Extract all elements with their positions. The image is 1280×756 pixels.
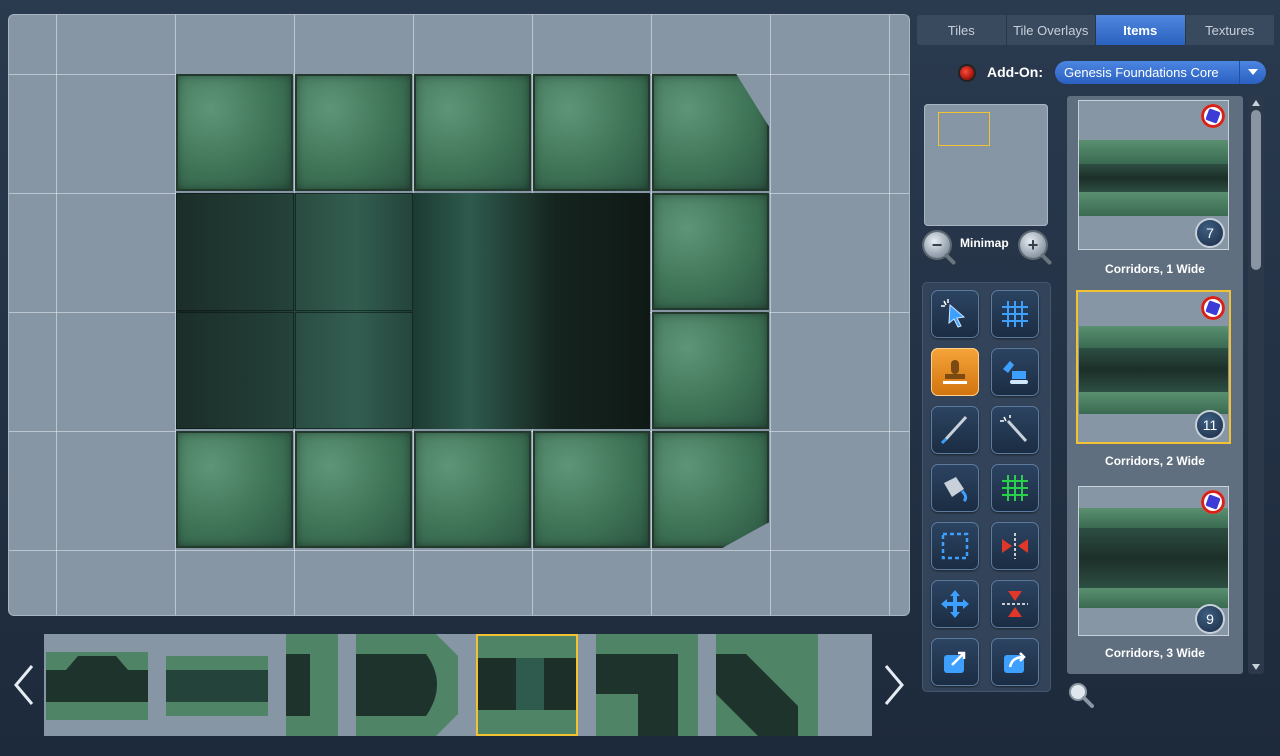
dice-icon xyxy=(1201,490,1225,514)
tool-palette xyxy=(922,282,1051,692)
select-pointer-icon[interactable] xyxy=(931,290,979,338)
share-icon[interactable] xyxy=(991,638,1039,686)
scrollbar-thumb[interactable] xyxy=(1251,110,1261,270)
tab-tile-overlays[interactable]: Tile Overlays xyxy=(1007,15,1096,45)
grid-wall-icon[interactable] xyxy=(991,464,1039,512)
magic-wand-icon[interactable] xyxy=(991,406,1039,454)
dice-icon xyxy=(1201,104,1225,128)
prev-arrow-icon[interactable] xyxy=(12,662,36,708)
grid-icon[interactable] xyxy=(991,290,1039,338)
filmstrip-thumb[interactable] xyxy=(166,634,268,736)
tab-tiles[interactable]: Tiles xyxy=(917,15,1007,45)
next-arrow-icon[interactable] xyxy=(882,662,906,708)
floor-tile[interactable] xyxy=(414,74,531,191)
item-card[interactable]: 9 xyxy=(1078,486,1229,636)
move-icon[interactable] xyxy=(931,580,979,628)
corridor-pit[interactable] xyxy=(176,193,650,429)
chevron-down-icon xyxy=(1239,61,1266,84)
paint-bucket-icon[interactable] xyxy=(931,464,979,512)
minimap-label: Minimap xyxy=(960,236,1009,250)
minimap[interactable] xyxy=(924,104,1048,226)
zoom-out-icon[interactable]: − xyxy=(924,232,950,258)
filmstrip xyxy=(44,634,872,736)
floor-tile[interactable] xyxy=(652,431,769,548)
item-card[interactable]: 7 xyxy=(1078,100,1229,250)
tab-textures[interactable]: Textures xyxy=(1186,15,1275,45)
item-label: Corridors, 1 Wide xyxy=(1105,262,1205,276)
item-count-badge: 9 xyxy=(1197,606,1223,632)
export-icon[interactable] xyxy=(931,638,979,686)
floor-tile[interactable] xyxy=(652,74,769,191)
dice-icon xyxy=(1201,296,1225,320)
scroll-down-icon[interactable] xyxy=(1252,664,1260,670)
floor-tile[interactable] xyxy=(652,193,769,310)
zoom-in-icon[interactable]: + xyxy=(1020,232,1046,258)
brush-icon[interactable] xyxy=(931,406,979,454)
floor-tile[interactable] xyxy=(176,74,293,191)
floor-tile[interactable] xyxy=(295,431,412,548)
map-canvas[interactable] xyxy=(8,14,910,616)
item-count-badge: 7 xyxy=(1197,220,1223,246)
flip-horizontal-icon[interactable] xyxy=(991,522,1039,570)
filmstrip-thumb[interactable] xyxy=(716,634,818,736)
item-card[interactable]: 11 xyxy=(1078,292,1229,442)
scroll-up-icon[interactable] xyxy=(1252,100,1260,106)
item-list: 7 Corridors, 1 Wide 11 Corridors, 2 Wide… xyxy=(1067,96,1243,674)
addon-dropdown-value: Genesis Foundations Core xyxy=(1064,65,1219,80)
app-window: Tiles Tile Overlays Items Textures Add-O… xyxy=(0,0,1280,756)
record-indicator-icon[interactable] xyxy=(960,66,974,80)
floor-tile[interactable] xyxy=(295,74,412,191)
floor-tile[interactable] xyxy=(176,431,293,548)
filmstrip-thumb[interactable] xyxy=(476,634,578,736)
category-tabs: Tiles Tile Overlays Items Textures xyxy=(917,15,1275,45)
stamp-icon[interactable] xyxy=(931,348,979,396)
item-list-scrollbar[interactable] xyxy=(1248,96,1264,674)
item-label: Corridors, 3 Wide xyxy=(1105,646,1205,660)
filmstrip-thumb[interactable] xyxy=(596,634,698,736)
minimap-viewport[interactable] xyxy=(938,112,990,146)
addon-dropdown[interactable]: Genesis Foundations Core xyxy=(1055,61,1266,84)
item-label: Corridors, 2 Wide xyxy=(1105,454,1205,468)
addon-label: Add-On: xyxy=(987,64,1043,80)
floor-tile[interactable] xyxy=(533,74,650,191)
flip-rotate-icon[interactable] xyxy=(991,580,1039,628)
floor-tile[interactable] xyxy=(652,312,769,429)
floor-tile[interactable] xyxy=(414,431,531,548)
excavator-icon[interactable] xyxy=(991,348,1039,396)
search-icon[interactable] xyxy=(1068,682,1094,708)
floor-tile[interactable] xyxy=(533,431,650,548)
filmstrip-thumb[interactable] xyxy=(356,634,458,736)
item-count-badge: 11 xyxy=(1197,412,1223,438)
tab-items[interactable]: Items xyxy=(1096,15,1186,45)
filmstrip-thumb[interactable] xyxy=(46,634,148,736)
minimap-controls: − Minimap + xyxy=(922,230,1054,266)
selection-rect-icon[interactable] xyxy=(931,522,979,570)
filmstrip-thumb[interactable] xyxy=(286,634,338,736)
